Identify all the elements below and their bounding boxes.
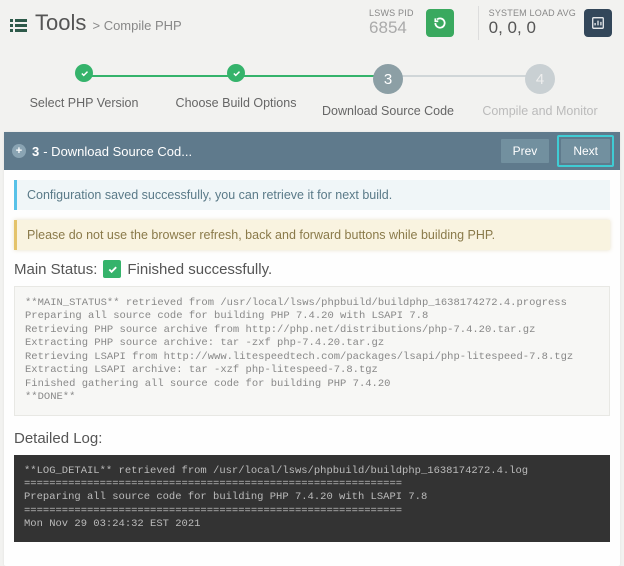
next-button[interactable]: Next: [561, 139, 610, 163]
load-value: 0, 0, 0: [489, 18, 576, 38]
step-3-label: Download Source Code: [312, 104, 464, 118]
load-label: SYSTEM LOAD AVG: [489, 8, 576, 18]
main-status-value: Finished successfully.: [127, 261, 272, 278]
pid-value: 6854: [369, 18, 414, 38]
step-3-num: 3: [373, 64, 403, 94]
panel-header: + 3 - Download Source Cod... Prev Next: [4, 132, 620, 170]
title-text: Tools: [35, 10, 86, 35]
panel-step-num: 3: [32, 144, 39, 159]
main-log: **MAIN_STATUS** retrieved from /usr/loca…: [14, 286, 610, 416]
step-4-label: Compile and Monitor: [464, 104, 616, 118]
page-title: Tools > Compile PHP: [35, 10, 182, 36]
expand-icon[interactable]: +: [12, 144, 26, 158]
header: Tools > Compile PHP LSWS PID 6854 SYSTEM…: [0, 0, 624, 50]
detail-log-label: Detailed Log:: [14, 430, 610, 447]
warn-alert: Please do not use the browser refresh, b…: [14, 220, 610, 250]
panel-title: - Download Source Cod...: [43, 144, 192, 159]
step-1[interactable]: Select PHP Version: [8, 64, 160, 118]
menu-icon[interactable]: [10, 19, 27, 32]
refresh-button[interactable]: [426, 9, 454, 37]
pid-stat: LSWS PID 6854: [369, 8, 414, 38]
pid-label: LSWS PID: [369, 8, 414, 18]
divider: [478, 6, 479, 40]
chart-button[interactable]: [584, 9, 612, 37]
step-4: 4 Compile and Monitor: [464, 64, 616, 118]
load-stat: SYSTEM LOAD AVG 0, 0, 0: [489, 8, 576, 38]
step-1-label: Select PHP Version: [8, 96, 160, 110]
breadcrumb: > Compile PHP: [92, 18, 181, 33]
detail-log: **LOG_DETAIL** retrieved from /usr/local…: [14, 455, 610, 542]
info-alert: Configuration saved successfully, you ca…: [14, 180, 610, 210]
step-wizard: Select PHP Version Choose Build Options …: [0, 50, 624, 126]
main-status: Main Status: Finished successfully.: [14, 260, 610, 278]
step-3[interactable]: 3 Download Source Code: [312, 64, 464, 118]
prev-button[interactable]: Prev: [501, 139, 550, 163]
content-panel: + 3 - Download Source Cod... Prev Next C…: [4, 132, 620, 566]
main-status-label: Main Status:: [14, 261, 97, 278]
step-4-num: 4: [525, 64, 555, 94]
step-2-label: Choose Build Options: [160, 96, 312, 110]
next-highlight: Next: [557, 135, 614, 167]
check-icon: [103, 260, 121, 278]
step-2[interactable]: Choose Build Options: [160, 64, 312, 118]
